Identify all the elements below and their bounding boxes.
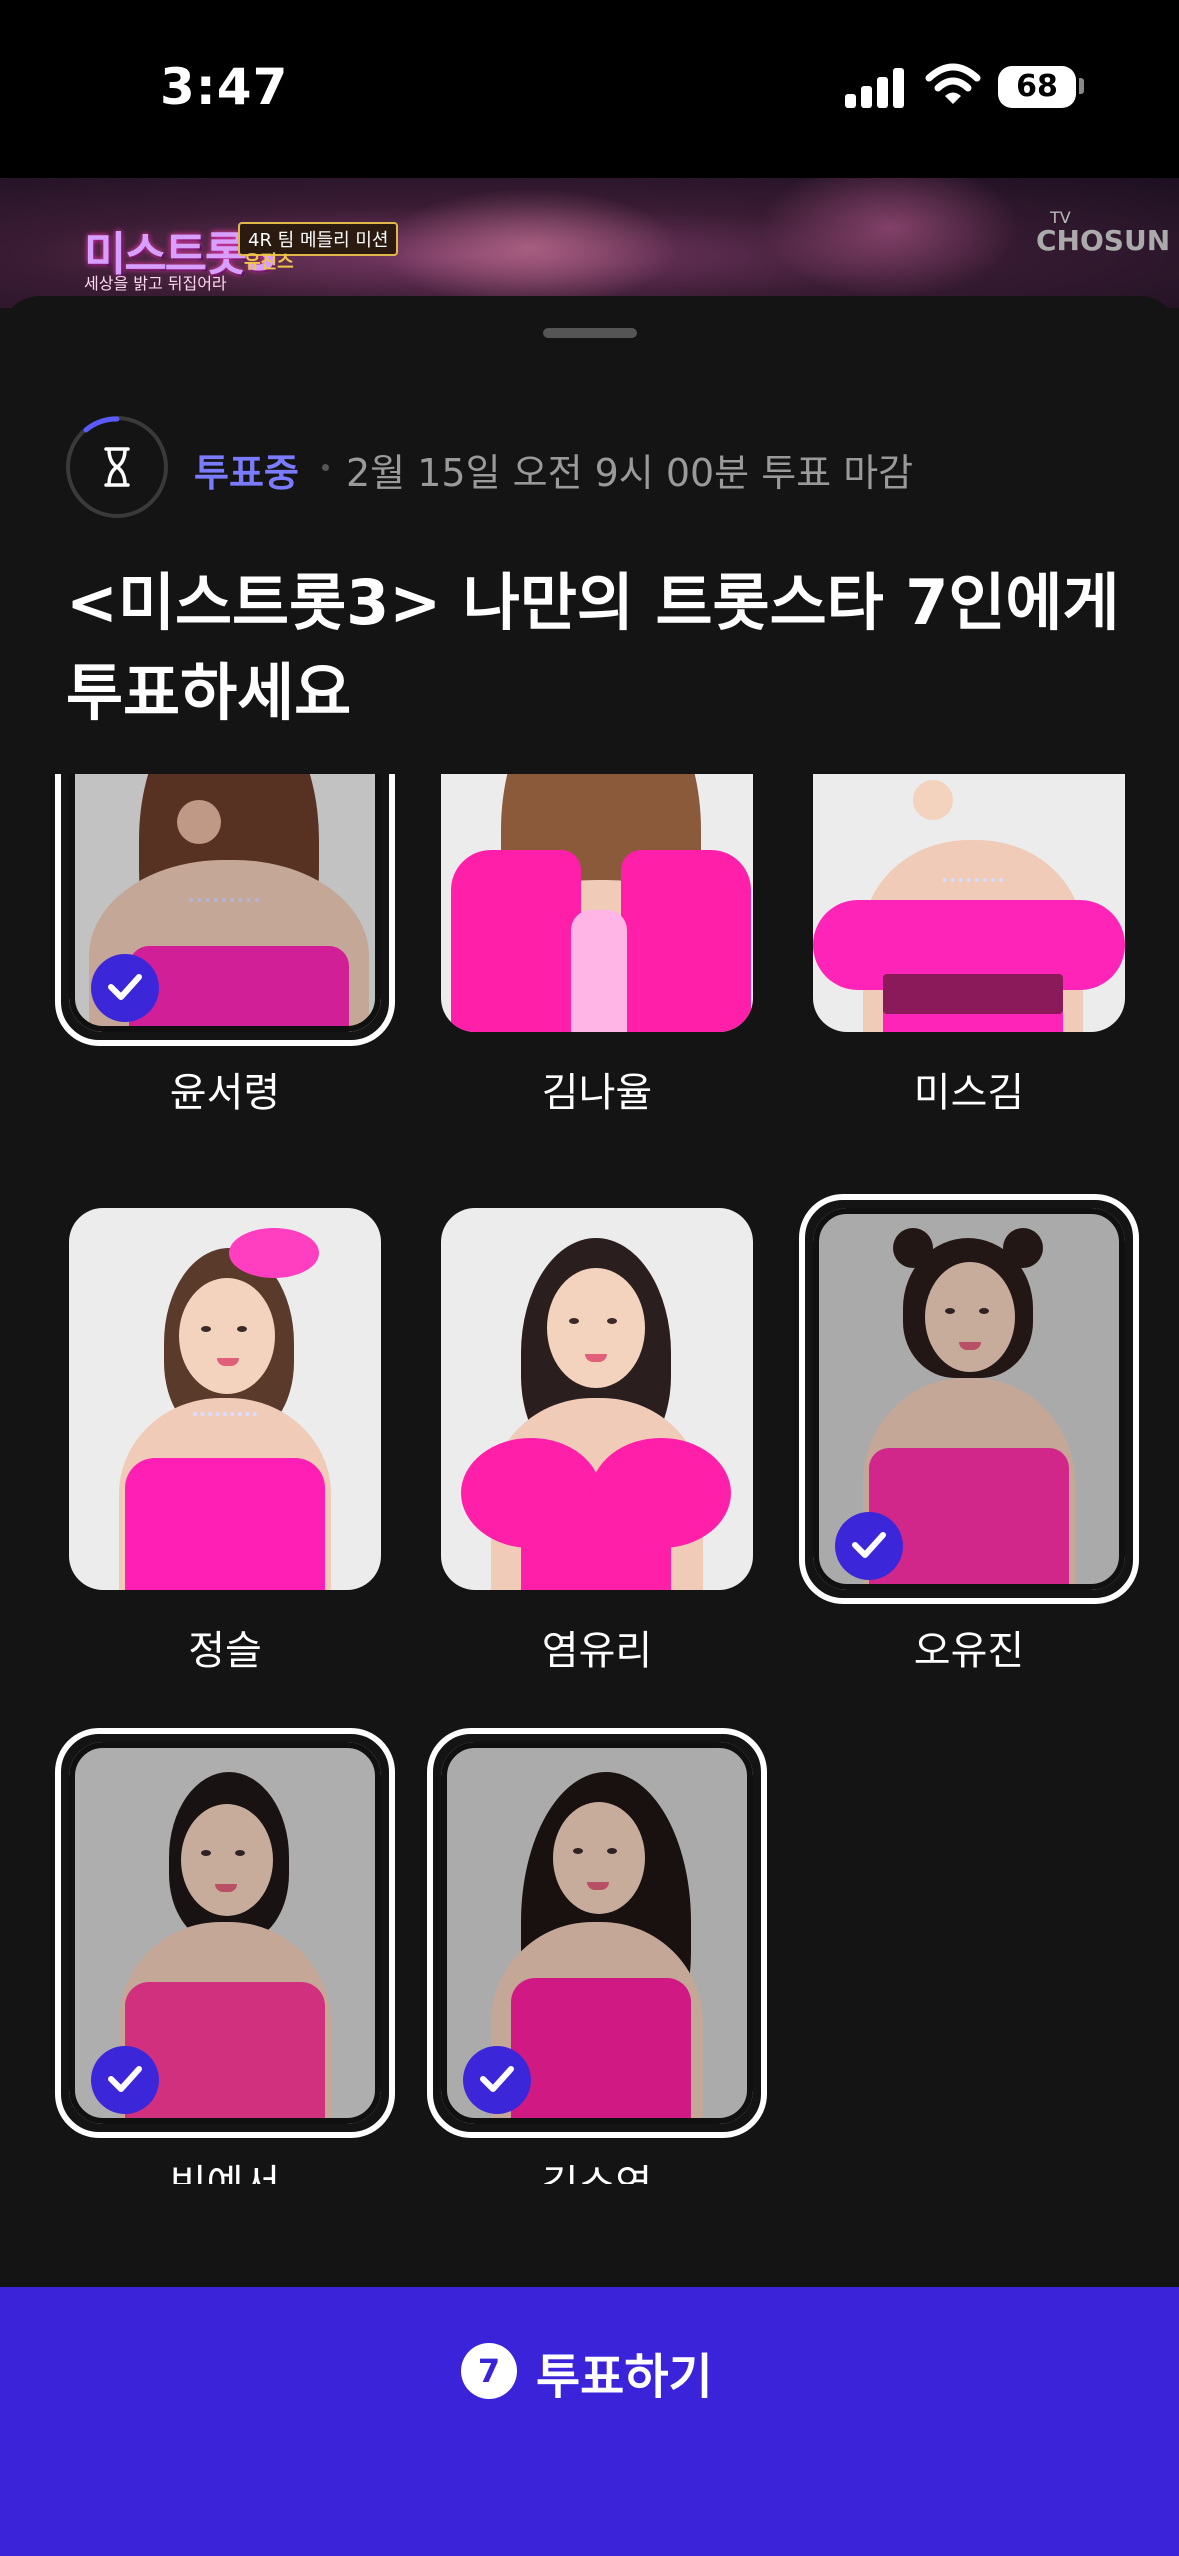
status-time: 3:47 (160, 58, 289, 116)
candidate-name: 오유진 (913, 1628, 1025, 1674)
vote-title: <미스트롯3> 나만의 트롯스타 7인에게 투표하세요 (66, 566, 1120, 729)
channel-logo: CHOSUN (1036, 224, 1171, 257)
hourglass-icon (104, 447, 130, 487)
separator-dot (322, 464, 329, 471)
candidate-photo (69, 1208, 381, 1590)
selected-check-icon (835, 1512, 903, 1580)
video-player[interactable]: 미스트롯3 세상을 밝고 뒤집어라 4R 팀 메들리 미션 유진스 TV CHO… (0, 178, 1179, 308)
vote-status: 투표중 (194, 451, 299, 495)
wifi-icon (925, 63, 981, 104)
candidate-name: 김소연 (441, 2152, 753, 2184)
candidate-photo (441, 1208, 753, 1590)
selected-check-icon (91, 2046, 159, 2114)
candidate-name: 미스김 (913, 1070, 1025, 1116)
candidate-name: 염유리 (541, 1628, 653, 1674)
candidate-grid: 윤서령 김나율 미스김 정슬 염유리 오유진 (0, 774, 1179, 2184)
candidate-name: 윤서령 (169, 1070, 281, 1116)
sheet-drag-handle[interactable] (543, 328, 637, 338)
vote-submit-button[interactable]: 7 투표하기 (0, 2287, 1179, 2457)
vote-submit-bar: 7 투표하기 (0, 2287, 1179, 2556)
candidate-name: 정슬 (188, 1628, 262, 1674)
selected-count-badge: 7 (461, 2343, 517, 2399)
status-bar: 3:47 68 (0, 0, 1179, 178)
team-name: 유진스 (244, 252, 294, 273)
show-logo-subtitle: 세상을 밝고 뒤집어라 (84, 274, 227, 293)
candidate-photo (441, 774, 753, 1032)
timer-indicator (66, 416, 168, 518)
signal-icon (845, 66, 905, 108)
candidate-photo (813, 774, 1125, 1032)
candidate-name: 김나율 (541, 1070, 653, 1116)
battery-icon: 68 (998, 66, 1076, 108)
battery-tip (1079, 78, 1084, 94)
vote-deadline: 2월 15일 오전 9시 00분 투표 마감 (346, 451, 914, 495)
candidate-name: 빈예서 (69, 2152, 381, 2184)
selected-check-icon (91, 954, 159, 1022)
vote-submit-label: 투표하기 (536, 2349, 713, 2405)
selected-check-icon (463, 2046, 531, 2114)
